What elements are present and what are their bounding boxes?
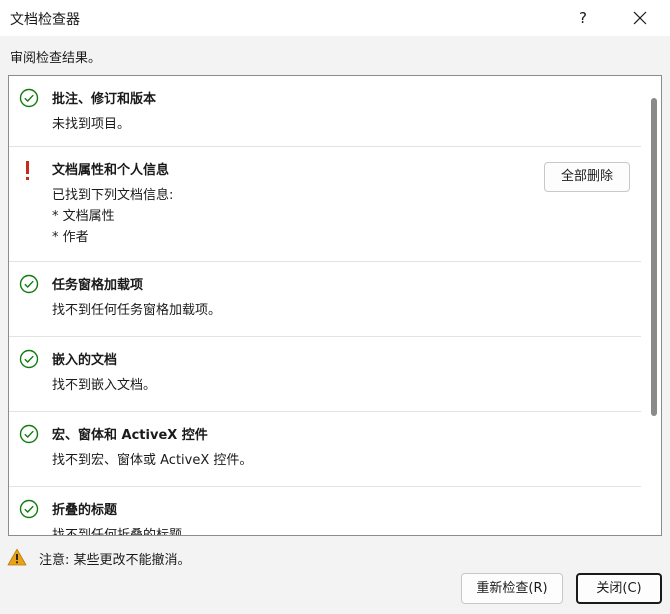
close-button[interactable]: 关闭(C) bbox=[576, 573, 662, 604]
item-description: 找不到任何任务窗格加载项。 bbox=[52, 303, 222, 318]
warning-triangle-icon bbox=[7, 548, 27, 566]
list-item: 宏、窗体和 ActiveX 控件 找不到宏、窗体或 ActiveX 控件。 bbox=[9, 412, 641, 487]
check-circle-icon bbox=[19, 424, 39, 444]
item-description: 未找到项目。 bbox=[52, 117, 131, 132]
check-circle-icon bbox=[19, 88, 39, 108]
list-item: 嵌入的文档 找不到嵌入文档。 bbox=[9, 337, 641, 412]
item-title: 折叠的标题 bbox=[52, 503, 118, 518]
list-item: 任务窗格加载项 找不到任何任务窗格加载项。 bbox=[9, 262, 641, 337]
results-list[interactable]: 批注、修订和版本 未找到项目。 文档属性和个人信息 已找到下列文档信息: * 文… bbox=[8, 75, 662, 536]
scrollbar-thumb[interactable] bbox=[651, 98, 657, 416]
check-circle-icon bbox=[19, 499, 39, 519]
description-line: * 作者 bbox=[52, 230, 89, 245]
list-item: 折叠的标题 找不到任何折叠的标题。 bbox=[9, 487, 641, 536]
help-button[interactable]: ? bbox=[566, 4, 600, 32]
item-title: 文档属性和个人信息 bbox=[52, 163, 170, 178]
item-description: 找不到任何折叠的标题。 bbox=[52, 528, 196, 536]
description-line: 已找到下列文档信息: bbox=[52, 188, 174, 203]
warning-note: 注意: 某些更改不能撤消。 bbox=[39, 553, 191, 568]
item-description: 找不到宏、窗体或 ActiveX 控件。 bbox=[52, 453, 253, 468]
check-circle-icon bbox=[19, 349, 39, 369]
reinspect-button[interactable]: 重新检查(R) bbox=[461, 573, 563, 604]
close-icon bbox=[633, 11, 647, 25]
instruction-text: 审阅检查结果。 bbox=[10, 51, 102, 66]
item-description: 已找到下列文档信息: * 文档属性 * 作者 bbox=[52, 185, 173, 248]
description-line: * 文档属性 bbox=[52, 209, 115, 224]
item-title: 宏、窗体和 ActiveX 控件 bbox=[52, 428, 208, 443]
window-title: 文档检查器 bbox=[10, 12, 80, 28]
check-circle-icon bbox=[19, 274, 39, 294]
item-title: 批注、修订和版本 bbox=[52, 92, 157, 107]
item-title: 任务窗格加载项 bbox=[52, 278, 144, 293]
window-close-button[interactable] bbox=[622, 4, 658, 32]
remove-all-button[interactable]: 全部删除 bbox=[544, 162, 630, 192]
item-description: 找不到嵌入文档。 bbox=[52, 378, 157, 393]
list-item: 批注、修订和版本 未找到项目。 bbox=[9, 76, 641, 147]
item-title: 嵌入的文档 bbox=[52, 353, 118, 368]
document-inspector-dialog: 文档检查器 ? 审阅检查结果。 批注、修订和版本 未找到项目。 文档属性和个人信… bbox=[0, 0, 670, 614]
list-item: 文档属性和个人信息 已找到下列文档信息: * 文档属性 * 作者 全部删除 bbox=[9, 147, 641, 262]
title-bar: 文档检查器 ? bbox=[0, 0, 670, 36]
